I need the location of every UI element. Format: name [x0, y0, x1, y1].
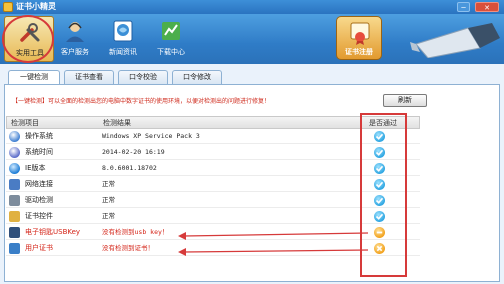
- toolbar-download-button[interactable]: 下载中心: [146, 16, 196, 62]
- toolbar: 实用工具 客户服务 新闻资讯 下载中心 证书注册: [0, 14, 504, 64]
- toolbar-news-button[interactable]: 新闻资讯: [98, 16, 148, 62]
- row-name: 电子钥匙USBKey: [25, 228, 81, 236]
- row-value: 正常: [102, 196, 115, 204]
- minimize-button[interactable]: ─: [457, 2, 470, 12]
- os-icon: [9, 131, 20, 142]
- row-name: 驱动检测: [25, 196, 53, 204]
- cert-register-label: 证书注册: [345, 48, 373, 56]
- row-value: 2014-02-20 16:19: [102, 148, 165, 156]
- tab-one-click-check[interactable]: 一键检测: [8, 70, 60, 85]
- user-cert-icon: [9, 243, 20, 254]
- row-value: 没有检测到usb key！: [102, 228, 169, 236]
- window-title: 证书小精灵: [16, 2, 56, 11]
- row-name: 系统时间: [25, 148, 53, 156]
- header-result: 检测结果: [103, 119, 131, 127]
- table-row[interactable]: IE版本 8.0.6001.18702: [6, 161, 420, 176]
- certificate-icon: [350, 22, 370, 45]
- annotation-arrows: [178, 232, 369, 256]
- title-bar: 证书小精灵 ─ ✕: [0, 0, 504, 14]
- row-value: 没有检测到证书！: [102, 244, 154, 252]
- customer-service-icon: [66, 22, 84, 42]
- ie-icon: [9, 163, 20, 174]
- table-row[interactable]: 驱动检测 正常: [6, 193, 420, 208]
- table-row[interactable]: 操作系统 Windows XP Service Pack 3: [6, 129, 420, 144]
- toolbar-customer-service-button[interactable]: 客户服务: [50, 16, 100, 62]
- toolbar-download-label: 下载中心: [157, 48, 185, 56]
- notice-text: 【一键检测】可以全面的检测出您的电脑中数字证书的使用环境，以便对检测出的问题进行…: [12, 98, 271, 105]
- tab-password-verify[interactable]: 口令校验: [118, 70, 168, 84]
- tab-password-change[interactable]: 口令修改: [172, 70, 222, 84]
- news-icon: [113, 20, 133, 42]
- refresh-button[interactable]: 刷新: [383, 94, 427, 107]
- network-icon: [9, 179, 20, 190]
- control-icon: [9, 211, 20, 222]
- row-name: 网络连接: [25, 180, 53, 188]
- table-row[interactable]: 系统时间 2014-02-20 16:19: [6, 145, 420, 160]
- toolbar-news-label: 新闻资讯: [109, 48, 137, 56]
- clock-icon: [9, 147, 20, 158]
- table-row[interactable]: 网络连接 正常: [6, 177, 420, 192]
- row-value: 8.0.6001.18702: [102, 164, 157, 172]
- row-name: 用户证书: [25, 244, 53, 252]
- app-logo-icon: [3, 2, 13, 12]
- usbkey-icon: [9, 227, 20, 238]
- toolbar-customer-service-label: 客户服务: [61, 48, 89, 56]
- row-value: 正常: [102, 212, 115, 220]
- tab-cert-view[interactable]: 证书查看: [64, 70, 114, 84]
- close-button[interactable]: ✕: [475, 2, 499, 12]
- row-name: 证书控件: [25, 212, 53, 220]
- row-value: 正常: [102, 180, 115, 188]
- driver-icon: [9, 195, 20, 206]
- cert-register-button[interactable]: 证书注册: [336, 16, 382, 60]
- table-header: 检测项目 检测结果 是否通过: [6, 116, 420, 129]
- download-icon: [162, 22, 180, 40]
- row-value: Windows XP Service Pack 3: [102, 132, 200, 140]
- highlight-ring: [2, 15, 54, 63]
- row-name: 操作系统: [25, 132, 53, 140]
- row-name: IE版本: [25, 164, 46, 172]
- table-row[interactable]: 证书控件 正常: [6, 209, 420, 224]
- usb-key-icon: [410, 23, 500, 58]
- header-item: 检测项目: [11, 119, 39, 127]
- app-window: 证书小精灵 ─ ✕ 实用工具 客户服务 新闻资讯 下载中心 证书注册 一键检测 …: [0, 0, 504, 284]
